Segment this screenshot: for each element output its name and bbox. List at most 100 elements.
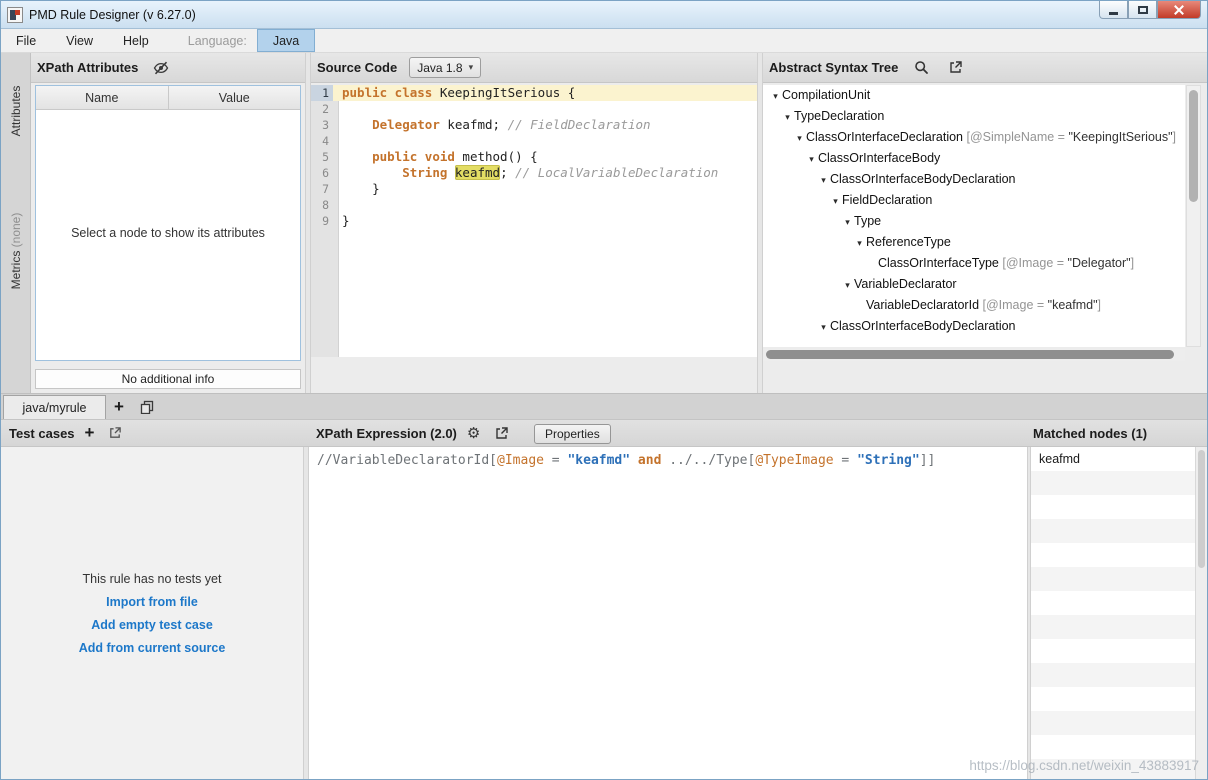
ast-node[interactable]: ▾ TypeDeclaration bbox=[763, 106, 1185, 127]
chevron-down-icon[interactable]: ▾ bbox=[841, 212, 854, 233]
add-from-current-source-link[interactable]: Add from current source bbox=[79, 641, 226, 655]
chevron-down-icon[interactable]: ▾ bbox=[781, 107, 794, 128]
add-rule-button[interactable]: + bbox=[106, 395, 132, 419]
bottom-section-header: Test cases + XPath Expression (2.0) ⚙ Pr… bbox=[1, 419, 1207, 447]
matched-nodes-scrollbar[interactable] bbox=[1195, 447, 1207, 779]
search-icon bbox=[915, 61, 928, 74]
xpath-expression-title: XPath Expression (2.0) bbox=[316, 425, 457, 441]
gear-icon[interactable]: ⚙ bbox=[467, 424, 480, 442]
code-line[interactable]: 1 public class KeepingItSerious { bbox=[311, 85, 757, 101]
ast-hscroll-thumb[interactable] bbox=[766, 350, 1174, 359]
app-icon bbox=[7, 6, 23, 23]
test-cases-title: Test cases bbox=[9, 425, 75, 441]
tab-attributes[interactable]: Attributes bbox=[9, 86, 23, 137]
ast-export-button[interactable] bbox=[944, 58, 966, 78]
code-line[interactable]: 9} bbox=[311, 213, 757, 229]
ast-node[interactable]: ▾ ClassOrInterfaceBodyDeclaration bbox=[763, 169, 1185, 190]
source-code-editor[interactable]: 1 public class KeepingItSerious {2 3 Deleg… bbox=[311, 85, 757, 357]
line-number: 3 bbox=[322, 118, 329, 132]
export-test-cases-button[interactable] bbox=[104, 423, 126, 443]
ast-header: Abstract Syntax Tree bbox=[763, 53, 1207, 83]
language-label: Language: bbox=[187, 33, 247, 48]
line-number: 1 bbox=[311, 85, 333, 101]
code-line[interactable]: 7 } bbox=[311, 181, 757, 197]
ast-node[interactable]: VariableDeclaratorId [@Image = "keafmd"] bbox=[763, 295, 1185, 316]
code-line[interactable]: 4 bbox=[311, 133, 757, 149]
menu-help[interactable]: Help bbox=[108, 29, 164, 52]
ast-node[interactable]: ▾ ReferenceType bbox=[763, 232, 1185, 253]
chevron-down-icon[interactable]: ▾ bbox=[817, 317, 830, 338]
code-line[interactable]: 6 String keafmd; // LocalVariableDeclara… bbox=[311, 165, 757, 181]
ast-vertical-scrollbar[interactable] bbox=[1186, 85, 1201, 347]
maximize-icon bbox=[1137, 5, 1148, 14]
chevron-down-icon[interactable]: ▾ bbox=[853, 233, 866, 254]
chevron-down-icon[interactable]: ▾ bbox=[793, 128, 806, 149]
chevron-down-icon[interactable]: ▾ bbox=[841, 275, 854, 296]
matched-list-row bbox=[1031, 663, 1195, 687]
metrics-none-label: (none) bbox=[9, 212, 23, 248]
matched-list-row bbox=[1031, 615, 1195, 639]
attributes-column-value[interactable]: Value bbox=[169, 86, 301, 109]
export-xpath-button[interactable] bbox=[490, 423, 512, 443]
maximize-button[interactable] bbox=[1128, 1, 1157, 19]
ast-search-button[interactable] bbox=[910, 58, 932, 78]
minimize-icon bbox=[1109, 11, 1118, 15]
line-number: 6 bbox=[322, 166, 329, 180]
matched-node-item[interactable]: keafmd bbox=[1031, 447, 1195, 471]
matched-list-row bbox=[1031, 711, 1195, 735]
metrics-tab-label: Metrics bbox=[9, 250, 23, 290]
java-version-select[interactable]: Java 1.8 ▾ bbox=[409, 57, 482, 78]
chevron-down-icon[interactable]: ▾ bbox=[817, 170, 830, 191]
xpath-attributes-title: XPath Attributes bbox=[37, 60, 139, 75]
attributes-column-name[interactable]: Name bbox=[36, 86, 169, 109]
menu-file[interactable]: File bbox=[1, 29, 51, 52]
chevron-down-icon[interactable]: ▾ bbox=[829, 191, 842, 212]
chevron-down-icon: ▾ bbox=[468, 62, 474, 72]
ast-node[interactable]: ClassOrInterfaceType [@Image = "Delegato… bbox=[763, 253, 1185, 274]
code-line[interactable]: 3 Delegator keafmd; // FieldDeclaration bbox=[311, 117, 757, 133]
matched-list-row bbox=[1031, 639, 1195, 663]
xpath-expression-editor[interactable]: //VariableDeclaratorId[@Image = "keafmd"… bbox=[309, 447, 1027, 779]
titlebar: PMD Rule Designer (v 6.27.0) bbox=[1, 1, 1207, 29]
add-empty-test-case-link[interactable]: Add empty test case bbox=[91, 618, 213, 632]
code-line[interactable]: 5 public void method() { bbox=[311, 149, 757, 165]
matched-nodes-title: Matched nodes (1) bbox=[1033, 425, 1148, 441]
chevron-down-icon[interactable]: ▾ bbox=[769, 86, 782, 107]
close-icon bbox=[1173, 4, 1185, 16]
copy-rule-button[interactable] bbox=[132, 395, 162, 419]
hide-attributes-without-value-button[interactable] bbox=[150, 58, 172, 78]
attributes-table: Name Value Select a node to show its att… bbox=[35, 85, 301, 361]
matched-scroll-thumb[interactable] bbox=[1198, 450, 1205, 568]
close-button[interactable] bbox=[1157, 1, 1201, 19]
tab-metrics[interactable]: Metrics (none) bbox=[9, 213, 23, 290]
language-java-toggle[interactable]: Java bbox=[256, 29, 316, 52]
ast-node[interactable]: ▾ Type bbox=[763, 211, 1185, 232]
import-from-file-link[interactable]: Import from file bbox=[106, 595, 198, 609]
matched-list-row bbox=[1031, 591, 1195, 615]
export-icon bbox=[496, 426, 508, 439]
ast-horizontal-scrollbar[interactable] bbox=[763, 349, 1185, 361]
ast-node[interactable]: ▾ CompilationUnit bbox=[763, 85, 1185, 106]
menu-view[interactable]: View bbox=[51, 29, 108, 52]
matched-list-row bbox=[1031, 567, 1195, 591]
properties-button[interactable]: Properties bbox=[534, 424, 611, 444]
ast-vscroll-thumb[interactable] bbox=[1189, 90, 1198, 202]
export-icon bbox=[950, 61, 962, 73]
ast-panel: Abstract Syntax Tree ▾ CompilationUnit ▾ Ty… bbox=[763, 53, 1207, 393]
chevron-down-icon[interactable]: ▾ bbox=[805, 149, 818, 170]
add-test-case-button[interactable]: + bbox=[85, 423, 95, 443]
ast-node[interactable]: ▾ VariableDeclarator bbox=[763, 274, 1185, 295]
tab-java-myrule[interactable]: java/myrule bbox=[3, 395, 106, 419]
ast-node[interactable]: ▾ FieldDeclaration bbox=[763, 190, 1185, 211]
code-line[interactable]: 8 bbox=[311, 197, 757, 213]
test-cases-empty-text: This rule has no tests yet bbox=[82, 571, 222, 586]
ast-node[interactable]: ▾ ClassOrInterfaceDeclaration [@SimpleNam… bbox=[763, 127, 1185, 148]
matched-list-row bbox=[1031, 735, 1195, 759]
ast-node[interactable]: ▾ ClassOrInterfaceBodyDeclaration bbox=[763, 316, 1185, 337]
ast-node[interactable]: ▾ ClassOrInterfaceBody bbox=[763, 148, 1185, 169]
main-bottom-area: This rule has no tests yet Import from f… bbox=[1, 447, 1207, 779]
code-line[interactable]: 2 bbox=[311, 101, 757, 117]
app-window: PMD Rule Designer (v 6.27.0) File View H… bbox=[0, 0, 1208, 780]
minimize-button[interactable] bbox=[1099, 1, 1128, 19]
xpath-expression-header: XPath Expression (2.0) ⚙ bbox=[316, 420, 512, 446]
